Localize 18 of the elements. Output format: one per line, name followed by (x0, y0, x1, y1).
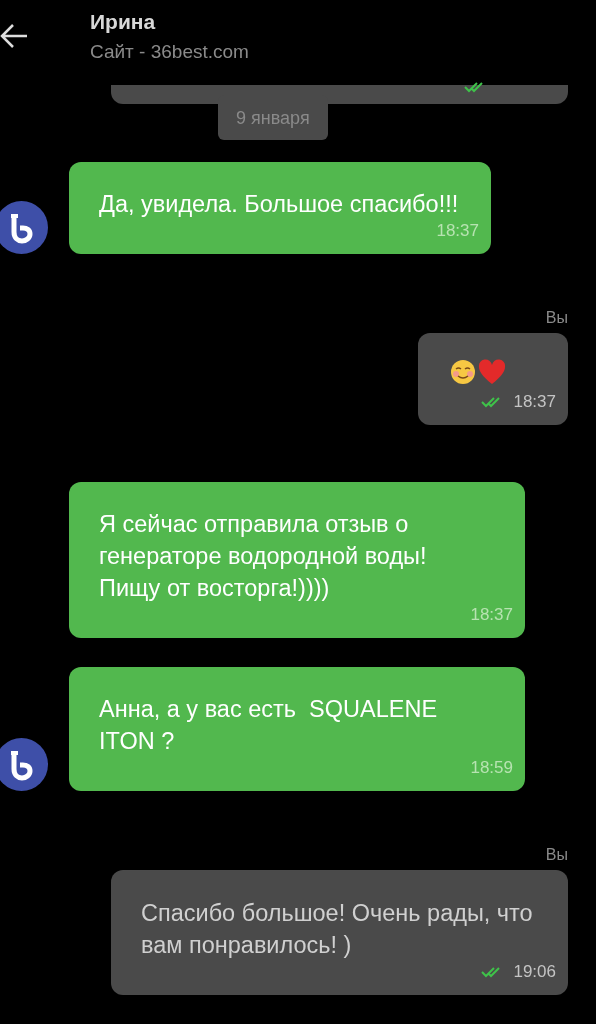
message-time: 18:37 (513, 391, 556, 413)
message-time: 18:37 (436, 220, 479, 242)
message-time: 18:37 (470, 604, 513, 626)
sender-label: Вы (545, 309, 568, 327)
smiling-face-icon (450, 359, 476, 385)
message-text: Да, увидела. Большое спасибо!!! (99, 190, 460, 219)
avatar-icon[interactable] (0, 738, 48, 791)
message-text: Спасибо большое! Очень рады, что вам понравилось! ) (141, 899, 534, 960)
avatar-icon[interactable] (0, 201, 48, 254)
message-time: 18:59 (470, 757, 513, 779)
contact-name: Ирина (90, 10, 157, 34)
message-text: Я сейчас отправила отзыв о генераторе водородной воды! Пищу от восторга!)))) (99, 510, 428, 603)
back-arrow-icon[interactable] (0, 22, 28, 50)
message-time: 19:06 (513, 961, 556, 983)
sender-label: Вы (545, 846, 568, 864)
message-text: Анна, а у вас есть SQUALENE ITON ? (99, 695, 439, 756)
contact-subtitle: Сайт - 36best.com (90, 41, 249, 63)
heart-icon (478, 359, 506, 385)
